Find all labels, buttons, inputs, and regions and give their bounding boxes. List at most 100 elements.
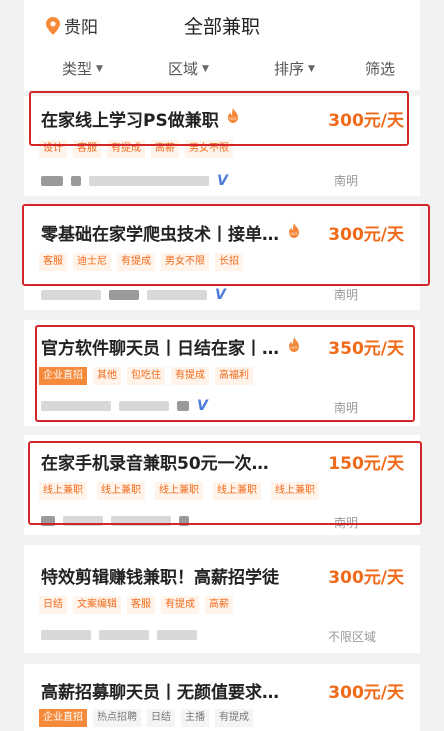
tag: 线上兼职 bbox=[271, 482, 319, 500]
tag: 有提成 bbox=[215, 709, 253, 727]
tag: 客服 bbox=[127, 596, 155, 614]
job-title: 特效剪辑赚钱兼职！高薪招学徒 bbox=[41, 568, 279, 588]
company-info bbox=[41, 516, 189, 526]
tag-list: 客服 迪士尼 有提成 男女不限 长招 bbox=[39, 253, 243, 271]
tag: 迪士尼 bbox=[73, 253, 111, 271]
job-card[interactable]: 特效剪辑赚钱兼职！高薪招学徒 300元/天 日结 文案编辑 客服 有提成 高薪 … bbox=[24, 545, 420, 653]
tag-list: 企业直招 热点招聘 日结 主播 有提成 bbox=[39, 709, 253, 727]
company-info: V bbox=[41, 398, 208, 414]
filter-screen-label: 筛选 bbox=[365, 60, 396, 78]
company-name-blurred bbox=[157, 630, 197, 640]
job-card[interactable]: 在家线上学习PS做兼职 HOT 300元/天 设计 客服 有提成 高薪 男女不限… bbox=[24, 96, 420, 196]
salary: 300元/天 bbox=[328, 683, 404, 703]
filter-area[interactable]: 区域 ▼ bbox=[168, 58, 209, 79]
job-title: 高薪招募聊天员丨无颜值要求… bbox=[41, 683, 279, 703]
tag: 热点招聘 bbox=[93, 709, 141, 727]
tag: 其他 bbox=[93, 367, 121, 385]
hot-icon: HOT bbox=[228, 108, 238, 123]
caret-down-icon: ▼ bbox=[96, 63, 103, 74]
tag: 设计 bbox=[39, 140, 67, 158]
page-title: 全部兼职 bbox=[183, 16, 260, 38]
filter-sort[interactable]: 排序 ▼ bbox=[274, 58, 315, 79]
company-name-blurred bbox=[41, 290, 101, 300]
filter-sort-label: 排序 bbox=[274, 60, 305, 78]
company-name-blurred bbox=[179, 516, 189, 526]
tag-list: 线上兼职 线上兼职 线上兼职 线上兼职 线上兼职 bbox=[39, 482, 319, 500]
verified-icon: V bbox=[217, 173, 228, 189]
company-name-blurred bbox=[89, 176, 209, 186]
company-name-blurred bbox=[147, 290, 207, 300]
district: 南明 bbox=[333, 516, 358, 530]
company-name-blurred bbox=[41, 630, 91, 640]
job-card[interactable]: 高薪招募聊天员丨无颜值要求… 300元/天 企业直招 热点招聘 日结 主播 有提… bbox=[24, 664, 420, 731]
company-name-blurred bbox=[109, 290, 139, 300]
district: 不限区域 bbox=[327, 630, 376, 644]
salary: 350元/天 bbox=[328, 339, 404, 359]
company-name-blurred bbox=[71, 176, 81, 186]
job-title: 在家手机录音兼职50元一次… bbox=[41, 454, 269, 474]
company-info: V bbox=[41, 173, 228, 189]
job-title: 官方软件聊天员丨日结在家丨… bbox=[41, 339, 279, 359]
verified-icon: V bbox=[215, 287, 226, 303]
tag: 包吃住 bbox=[127, 367, 165, 385]
tag: 高薪 bbox=[205, 596, 233, 614]
company-info: V bbox=[41, 287, 226, 303]
company-name-blurred bbox=[111, 516, 171, 526]
tag-list: 设计 客服 有提成 高薪 男女不限 bbox=[39, 140, 233, 158]
tag: 线上兼职 bbox=[213, 482, 261, 500]
caret-down-icon: ▼ bbox=[202, 63, 209, 74]
salary: 300元/天 bbox=[328, 111, 404, 131]
tag: 线上兼职 bbox=[39, 482, 87, 500]
tag: 高薪 bbox=[151, 140, 179, 158]
salary: 300元/天 bbox=[328, 225, 404, 245]
tag: 有提成 bbox=[161, 596, 199, 614]
tag: 客服 bbox=[39, 253, 67, 271]
salary: 300元/天 bbox=[328, 568, 404, 588]
company-info bbox=[41, 630, 197, 640]
tag: 文案编辑 bbox=[73, 596, 121, 614]
svg-text:HOT: HOT bbox=[290, 346, 298, 350]
tag-list: 企业直招 其他 包吃住 有提成 高福利 bbox=[39, 367, 253, 385]
verified-icon: V bbox=[197, 398, 208, 414]
filter-type[interactable]: 类型 ▼ bbox=[62, 58, 103, 79]
tag: 男女不限 bbox=[161, 253, 209, 271]
salary: 150元/天 bbox=[328, 454, 404, 474]
job-card[interactable]: 官方软件聊天员丨日结在家丨… HOT 350元/天 企业直招 其他 包吃住 有提… bbox=[24, 320, 420, 426]
tag: 线上兼职 bbox=[155, 482, 203, 500]
tag-enterprise: 企业直招 bbox=[39, 367, 87, 385]
caret-down-icon: ▼ bbox=[308, 63, 315, 74]
tag: 有提成 bbox=[171, 367, 209, 385]
company-name-blurred bbox=[177, 401, 189, 411]
job-card[interactable]: 零基础在家学爬虫技术丨接单… HOT 300元/天 客服 迪士尼 有提成 男女不… bbox=[24, 206, 420, 310]
tag: 有提成 bbox=[107, 140, 145, 158]
job-card[interactable]: 在家手机录音兼职50元一次… 150元/天 线上兼职 线上兼职 线上兼职 线上兼… bbox=[24, 435, 420, 535]
hot-icon: HOT bbox=[289, 223, 299, 238]
filter-screen[interactable]: 筛选 bbox=[365, 58, 395, 79]
tag: 有提成 bbox=[117, 253, 155, 271]
district: 南明 bbox=[333, 401, 358, 415]
district: 南明 bbox=[333, 288, 358, 302]
header: 贵阳 全部兼职 类型 ▼ 区域 ▼ 排序 ▼ 筛选 bbox=[24, 0, 420, 90]
filter-type-label: 类型 bbox=[62, 60, 93, 78]
hot-icon: HOT bbox=[289, 337, 299, 352]
company-name-blurred bbox=[41, 176, 63, 186]
tag: 主播 bbox=[181, 709, 209, 727]
svg-text:HOT: HOT bbox=[229, 117, 237, 121]
company-name-blurred bbox=[41, 401, 111, 411]
tag: 客服 bbox=[73, 140, 101, 158]
tag-enterprise: 企业直招 bbox=[39, 709, 87, 727]
svg-text:HOT: HOT bbox=[290, 232, 298, 236]
tag: 日结 bbox=[39, 596, 67, 614]
tag: 长招 bbox=[215, 253, 243, 271]
company-name-blurred bbox=[41, 516, 55, 526]
tag: 男女不限 bbox=[185, 140, 233, 158]
tag: 线上兼职 bbox=[97, 482, 145, 500]
tag: 日结 bbox=[147, 709, 175, 727]
company-name-blurred bbox=[99, 630, 149, 640]
district: 南明 bbox=[333, 174, 358, 188]
job-title: 在家线上学习PS做兼职 bbox=[41, 111, 219, 131]
filter-area-label: 区域 bbox=[168, 60, 199, 78]
tag: 高福利 bbox=[215, 367, 253, 385]
company-name-blurred bbox=[63, 516, 103, 526]
job-title: 零基础在家学爬虫技术丨接单… bbox=[41, 225, 279, 245]
